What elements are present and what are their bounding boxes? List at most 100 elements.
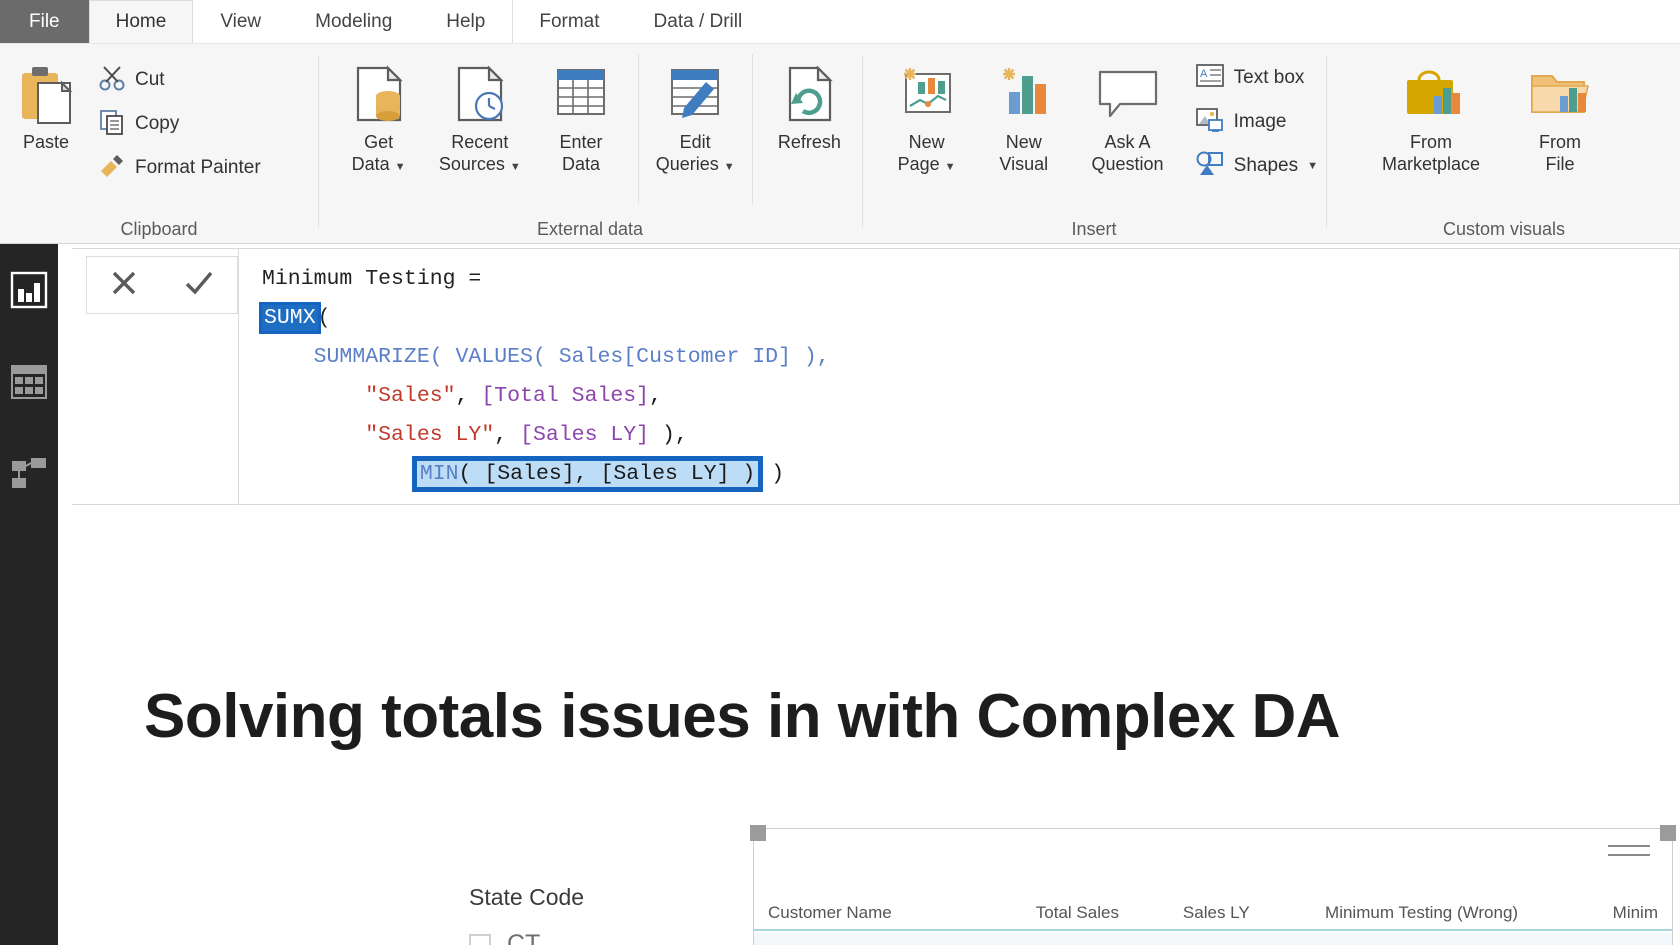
dax-expression[interactable]: Minimum Testing = SUMX( SUMMARIZE( VALUE… [259, 260, 1662, 494]
tab-modeling[interactable]: Modeling [288, 0, 419, 43]
from-marketplace-label: From Marketplace [1382, 132, 1480, 176]
table-header-row: Customer Name Total Sales Sales LY Minim… [754, 885, 1672, 931]
ribbon-group-clipboard: Paste Cut Copy Format Painter Clipboard [0, 44, 318, 244]
slicer-item-ct[interactable]: CT [469, 925, 689, 945]
sidebar-item-model-view[interactable] [0, 428, 58, 520]
cell-sales-ly: 7,670 [1133, 940, 1264, 945]
get-data-label: Get Data ▼ [352, 132, 406, 176]
shapes-label: Shapes [1233, 155, 1299, 176]
new-visual-button[interactable]: New Visual [975, 54, 1072, 176]
new-page-icon [896, 58, 958, 132]
close-icon[interactable] [108, 267, 140, 304]
chevron-down-icon[interactable]: ▼ [724, 161, 735, 173]
checkmark-icon[interactable] [182, 267, 216, 304]
ribbon: Paste Cut Copy Format Painter Clipboard … [0, 44, 1680, 244]
from-file-line2: File [1545, 153, 1575, 174]
shapes-icon [1195, 150, 1225, 183]
refresh-button[interactable]: Refresh [759, 54, 860, 154]
dax-line-3: SUMMARIZE( VALUES( Sales[Customer ID] ), [313, 345, 830, 369]
edit-queries-button[interactable]: Edit Queries ▼ [645, 54, 746, 176]
copy-icon [98, 108, 126, 141]
image-icon [1195, 106, 1225, 139]
table-row[interactable]: Aaron Cruz 4,758 7,670 4,758 [754, 933, 1672, 945]
format-painter-label: Format Painter [135, 157, 261, 178]
refresh-icon [778, 58, 840, 132]
dax-selected-function-sumx[interactable]: SUMX [259, 302, 321, 334]
enter-data-button[interactable]: Enter Data [530, 54, 631, 176]
sidebar-item-data-view[interactable] [0, 336, 58, 428]
column-header-total-sales[interactable]: Total Sales [988, 903, 1133, 929]
column-header-sales-ly[interactable]: Sales LY [1133, 903, 1264, 929]
tab-help[interactable]: Help [419, 0, 512, 43]
state-code-slicer: State Code CT FL GA MA MD [469, 884, 689, 945]
dax-line-5-measure: [Sales LY] [520, 423, 650, 447]
chevron-down-icon[interactable]: ▼ [395, 161, 406, 173]
shapes-button[interactable]: Shapes ▼ [1189, 144, 1324, 188]
new-page-button[interactable]: New Page ▼ [878, 54, 975, 176]
from-marketplace-button[interactable]: From Marketplace [1356, 54, 1506, 176]
enter-data-line1: Enter [559, 132, 603, 152]
get-data-icon [348, 58, 410, 132]
refresh-label: Refresh [777, 132, 841, 152]
svg-text:A: A [1200, 68, 1208, 80]
visual-resize-handle-tl[interactable] [750, 825, 766, 841]
image-label: Image [1233, 111, 1287, 132]
text-box-button[interactable]: A Text box [1189, 56, 1324, 100]
chevron-down-icon[interactable]: ▼ [510, 161, 521, 173]
scissors-icon [98, 64, 126, 97]
new-visual-icon [993, 58, 1055, 132]
tab-format-label: Format [539, 11, 600, 32]
sidebar-item-report-view[interactable] [0, 244, 58, 336]
ribbon-group-custom-visuals: From Marketplace From File Custom visual… [1328, 44, 1680, 244]
visual-resize-handle-tr[interactable] [1660, 825, 1676, 841]
new-page-line1: New [908, 132, 945, 152]
slicer-label-ct: CT [507, 930, 541, 945]
dax-line-4-measure: [Total Sales] [481, 384, 650, 408]
column-header-minimum-testing-wrong[interactable]: Minimum Testing (Wrong) [1264, 903, 1532, 929]
tab-format[interactable]: Format [512, 0, 626, 43]
formula-bar-divider [238, 248, 239, 505]
customer-table-visual[interactable]: Customer Name Total Sales Sales LY Minim… [750, 825, 1676, 945]
power-bi-window: File Home View Modeling Help Format Data… [0, 0, 1680, 945]
ribbon-subdivider [637, 54, 639, 204]
ask-question-line2: Question [1091, 153, 1164, 174]
from-file-button[interactable]: From File [1506, 54, 1614, 176]
from-marketplace-line2: Marketplace [1381, 153, 1481, 174]
dax-line-6-args: ( [Sales], [Sales LY] ) [458, 462, 756, 486]
group-label-clipboard: Clipboard [120, 218, 198, 239]
cut-label: Cut [135, 69, 165, 90]
dax-selected-expression-min[interactable]: MIN( [Sales], [Sales LY] ) [411, 456, 764, 492]
cut-button[interactable]: Cut [92, 58, 267, 102]
tab-view[interactable]: View [193, 0, 288, 43]
paste-icon [16, 58, 76, 132]
recent-sources-button[interactable]: Recent Sources ▼ [429, 54, 530, 176]
ask-a-question-button[interactable]: Ask A Question [1072, 54, 1182, 176]
checkbox-ct[interactable] [469, 933, 491, 945]
dax-line-1: Minimum Testing = [262, 267, 482, 291]
paste-label: Paste [22, 132, 70, 152]
visual-more-options-icon[interactable] [1608, 845, 1650, 863]
format-painter-button[interactable]: Format Painter [92, 146, 267, 190]
new-visual-line1: New [1005, 132, 1042, 152]
new-page-label: New Page ▼ [898, 132, 956, 176]
image-button[interactable]: Image [1189, 100, 1324, 144]
edit-queries-line2: Queries [655, 153, 719, 174]
tab-home[interactable]: Home [88, 0, 194, 43]
column-header-minimum-testing[interactable]: Minim [1532, 903, 1672, 929]
enter-data-line2: Data [561, 153, 601, 174]
cell-customer-name: Aaron Cruz [754, 940, 988, 945]
tab-file[interactable]: File [0, 0, 89, 43]
tab-modeling-label: Modeling [315, 11, 393, 32]
tab-data-drill[interactable]: Data / Drill [627, 0, 770, 43]
copy-button[interactable]: Copy [92, 102, 267, 146]
formula-bar-actions [86, 256, 238, 314]
get-data-button[interactable]: Get Data ▼ [328, 54, 429, 176]
chevron-down-icon[interactable]: ▼ [1307, 160, 1318, 172]
column-header-customer-name[interactable]: Customer Name [754, 903, 988, 929]
dax-line-5-end: ), [649, 423, 688, 447]
chevron-down-icon[interactable]: ▼ [945, 161, 956, 173]
ribbon-group-insert: New Page ▼ New Visual Ask A Question A T… [864, 44, 1324, 244]
copy-label: Copy [135, 113, 180, 134]
group-label-insert: Insert [1071, 218, 1117, 239]
paste-button[interactable]: Paste [0, 54, 92, 154]
